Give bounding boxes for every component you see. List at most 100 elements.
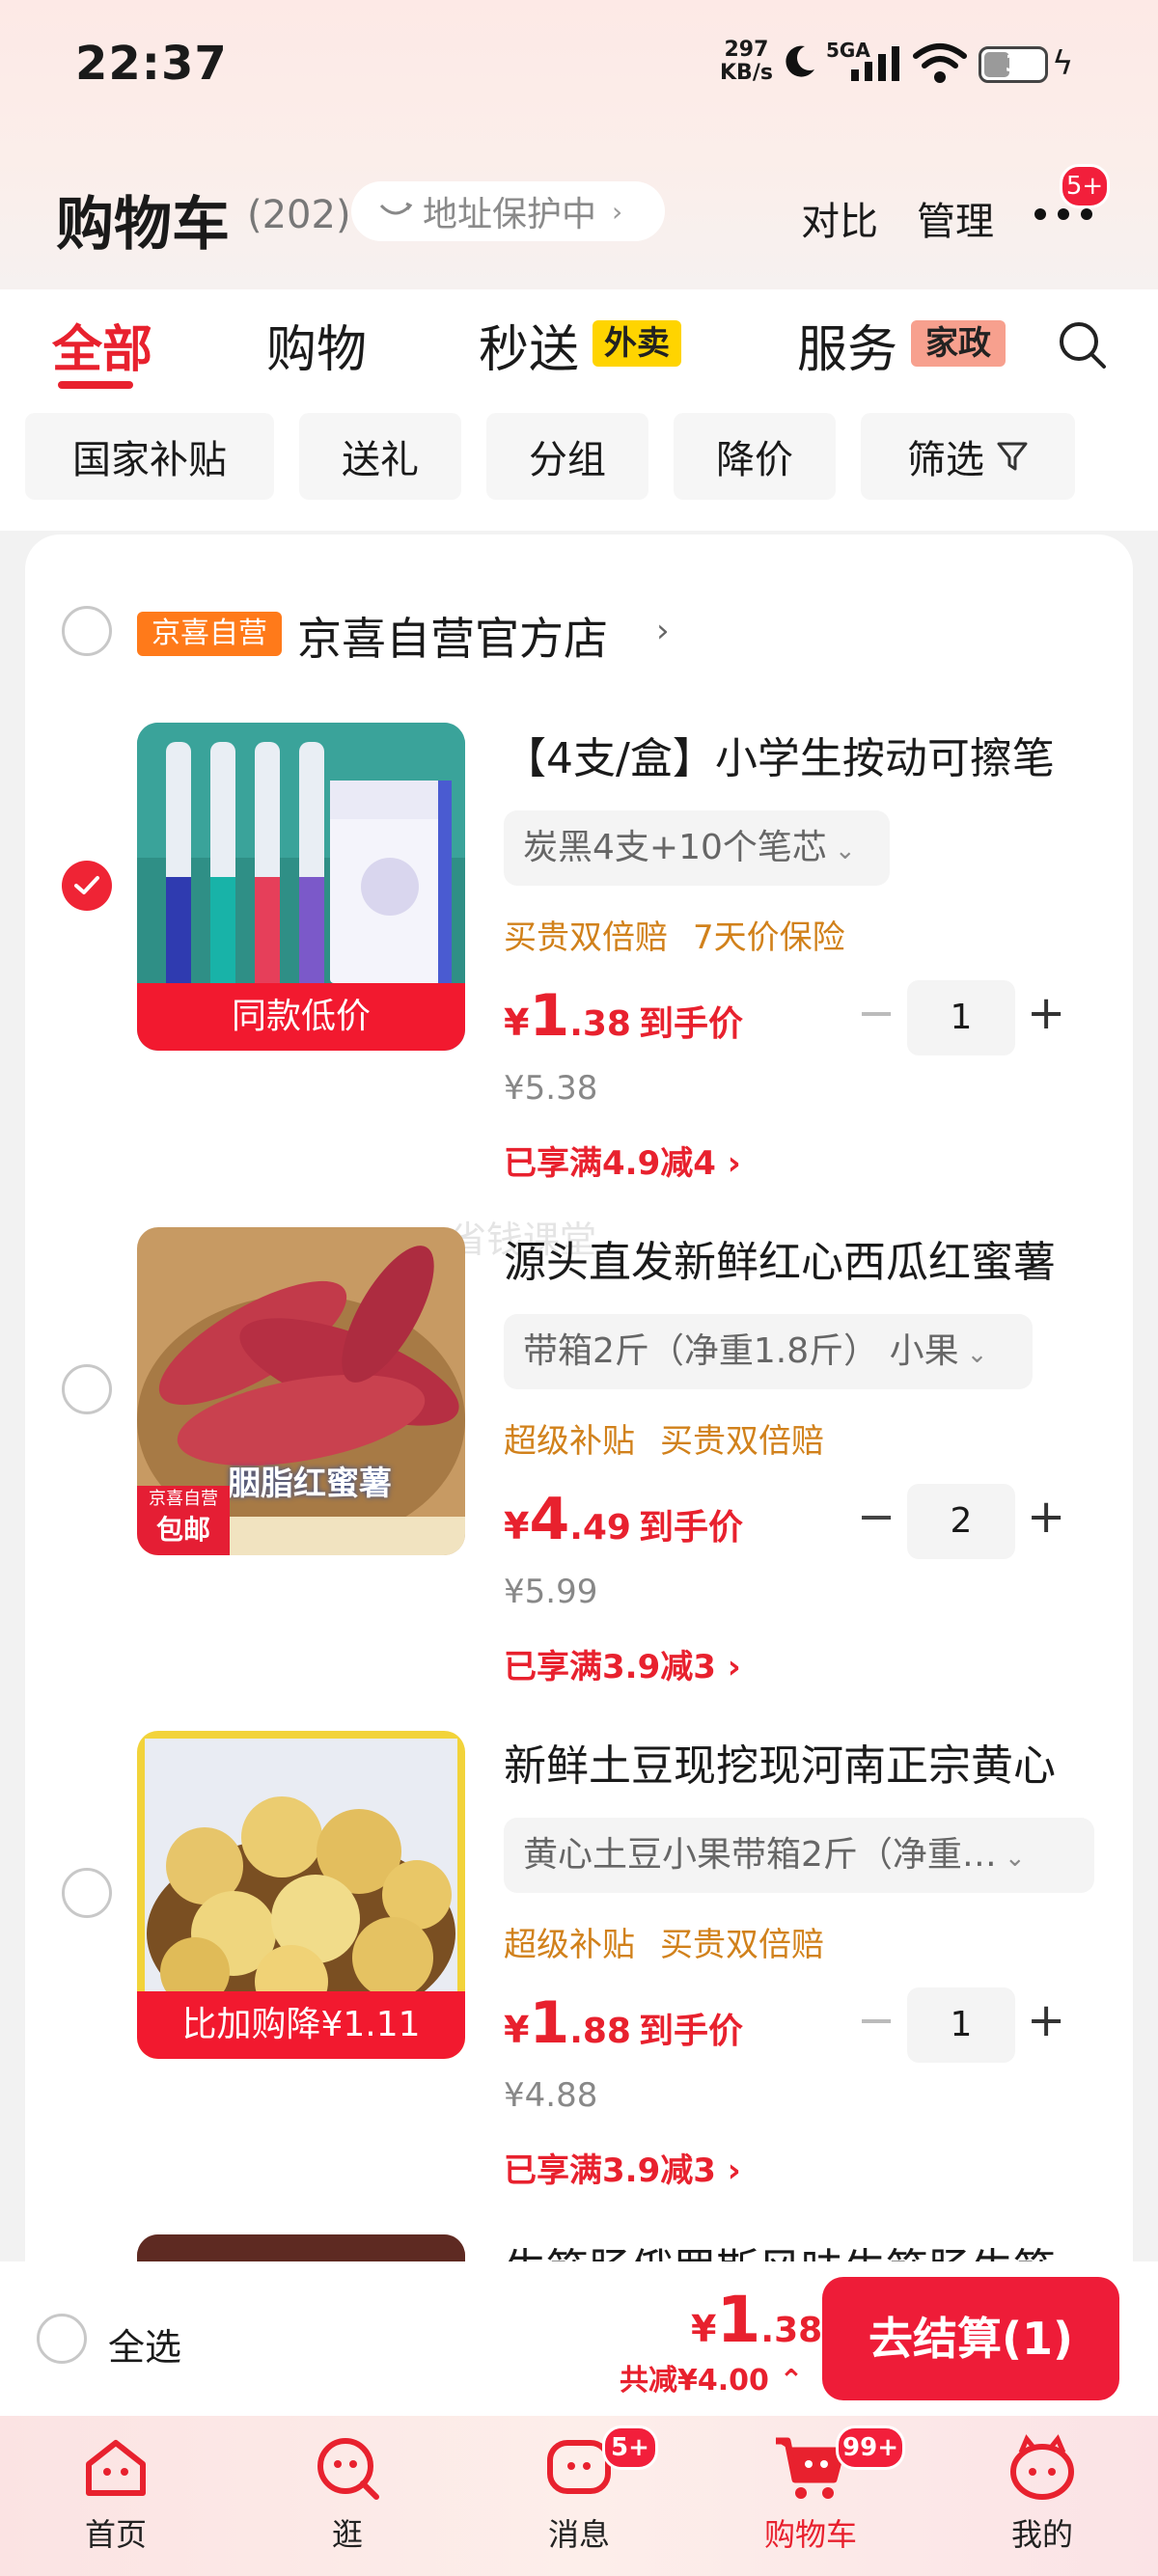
qty-value[interactable]: 1 — [907, 980, 1015, 1055]
wifi-icon — [913, 43, 967, 83]
qty-plus-button[interactable]: + — [1027, 986, 1065, 1040]
variant-label: 炭黑4支+10个笔芯 — [523, 828, 827, 867]
item-checkbox[interactable] — [62, 1868, 112, 1918]
clock: 22:37 — [75, 37, 228, 91]
compare-button[interactable]: 对比 — [801, 190, 878, 246]
filter-label: 国家补贴 — [72, 438, 227, 482]
qty-minus-button[interactable]: − — [857, 1993, 896, 2047]
self-operated-free-shipping-tag: 京喜自营 包邮 — [137, 1486, 230, 1555]
chevron-down-icon: ⌄ — [1004, 1844, 1026, 1873]
nav-browse[interactable]: 逛 — [270, 2431, 425, 2576]
chevron-right-icon[interactable]: › — [656, 612, 670, 650]
more-icon[interactable] — [1033, 206, 1094, 222]
variant-label: 带箱2斤（净重1.8斤） 小果 — [523, 1331, 959, 1371]
search-icon[interactable] — [1056, 318, 1110, 372]
address-protect-pill[interactable]: 地址保护中 › — [351, 181, 665, 241]
price-int: 4 — [529, 1486, 570, 1553]
home-icon — [86, 2440, 146, 2496]
perk-tag: 买贵双倍赔 — [660, 1926, 824, 1964]
filter-gift[interactable]: 送礼 — [299, 413, 461, 500]
promo-discount[interactable]: 已享满3.9减3 › — [504, 2144, 741, 2191]
perk-tag: 超级补贴 — [504, 1926, 635, 1964]
product-title[interactable]: 源头直发新鲜红心西瓜红蜜薯 — [504, 1227, 1121, 1289]
product-title[interactable]: 【4支/盒】小学生按动可擦笔 — [504, 724, 1121, 785]
qty-minus-button[interactable]: − — [857, 1490, 896, 1544]
tab-shopping[interactable]: 购物 — [266, 309, 367, 381]
total-price: ¥1.38 — [691, 2283, 822, 2357]
qty-plus-button[interactable]: + — [1027, 1993, 1065, 2047]
final-price: ¥4.49 到手价 — [504, 1486, 743, 1553]
moon-icon — [786, 45, 814, 77]
price-suffix: 到手价 — [638, 1004, 743, 1044]
profile-icon — [1010, 2434, 1074, 2500]
nav-home[interactable]: 首页 — [39, 2431, 193, 2576]
filter-label: 送礼 — [342, 438, 419, 482]
nav-label: 我的 — [1010, 2516, 1073, 2553]
total-currency: ¥ — [691, 2308, 717, 2350]
price-suffix: 到手价 — [638, 1508, 743, 1548]
filter-label: 降价 — [716, 438, 793, 482]
qty-plus-button[interactable]: + — [1027, 1490, 1065, 1544]
product-image-potato[interactable]: 比加购降¥1.11 — [137, 1731, 465, 2059]
jiazheng-tag: 家政 — [911, 320, 1006, 367]
filter-screen[interactable]: 筛选 — [861, 413, 1075, 500]
product-image-pens[interactable]: 同款低价 — [137, 723, 465, 1051]
waimai-tag: 外卖 — [593, 320, 681, 367]
nav-me[interactable]: 我的 — [965, 2431, 1119, 2576]
tab-all[interactable]: 全部 — [52, 309, 152, 381]
promo-discount[interactable]: 已享满3.9减3 › — [504, 1640, 741, 1687]
nav-cart[interactable]: 购物车 99+ — [733, 2425, 905, 2576]
item-checkbox[interactable] — [62, 861, 112, 911]
discount-detail-toggle[interactable]: 共减¥4.00 ⌃ — [620, 2356, 804, 2398]
checkout-bar: 全选 ¥1.38 共减¥4.00 ⌃ 去结算(1) — [0, 2261, 1158, 2416]
variant-selector[interactable]: 带箱2斤（净重1.8斤） 小果 ⌄ — [504, 1314, 1033, 1389]
thumb-label: 比加购降¥1.11 — [137, 1991, 465, 2059]
battery-icon: 3 — [979, 46, 1048, 83]
thumb-tag-top: 京喜自营 — [149, 1489, 218, 1509]
shop-select-checkbox[interactable] — [62, 606, 112, 656]
price-int: 1 — [529, 982, 570, 1050]
net-speed-unit: KB/s — [720, 61, 773, 85]
qty-minus-button[interactable]: − — [857, 986, 896, 1040]
variant-selector[interactable]: 炭黑4支+10个笔芯 ⌄ — [504, 810, 890, 886]
filter-national-subsidy[interactable]: 国家补贴 — [25, 413, 274, 500]
perk-tags: 买贵双倍赔 7天价保险 — [504, 911, 870, 958]
variant-selector[interactable]: 黄心土豆小果带箱2斤（净重… ⌄ — [504, 1818, 1094, 1893]
product-image-sweet-potato[interactable]: 胭脂红蜜薯 京喜自营 包邮 — [137, 1227, 465, 1555]
final-price: ¥1.88 到手价 — [504, 1989, 743, 2057]
cart-count: (202) — [247, 193, 351, 237]
filter-price-drop[interactable]: 降价 — [674, 413, 836, 500]
messages-badge: 5+ — [602, 2425, 658, 2470]
tab-active-indicator — [58, 381, 133, 389]
tab-second-delivery[interactable]: 秒送 — [479, 309, 579, 381]
more-badge: 5+ — [1060, 164, 1110, 208]
shop-name[interactable]: 京喜自营官方店 — [297, 604, 608, 668]
checkout-button[interactable]: 去结算(1) — [822, 2277, 1119, 2400]
nav-messages[interactable]: 消息 5+ — [502, 2425, 658, 2576]
nav-label: 消息 — [547, 2516, 610, 2553]
thumb-tag-bottom: 包邮 — [155, 1514, 210, 1546]
select-all-checkbox[interactable] — [37, 2314, 87, 2364]
perk-tag: 超级补贴 — [504, 1422, 635, 1461]
page-title: 购物车 — [56, 191, 230, 259]
filter-label: 分组 — [529, 438, 606, 482]
manage-button[interactable]: 管理 — [917, 190, 994, 246]
promo-discount[interactable]: 已享满4.9减4 › — [504, 1137, 741, 1184]
tab-service[interactable]: 服务 — [797, 309, 897, 381]
perk-tag: 7天价保险 — [693, 918, 845, 957]
price-currency: ¥ — [504, 1001, 530, 1044]
qty-value[interactable]: 2 — [907, 1484, 1015, 1559]
item-checkbox[interactable] — [62, 1364, 112, 1414]
original-price: ¥4.88 — [504, 2076, 598, 2115]
total-dec: .38 — [760, 2311, 823, 2350]
status-bar: 22:37 297 KB/s 5GA 3 ϟ — [0, 0, 1158, 135]
total-int: 1 — [716, 2283, 761, 2357]
net-speed: 297 KB/s — [720, 39, 773, 85]
select-all-label[interactable]: 全选 — [108, 2317, 181, 2370]
qty-value[interactable]: 1 — [907, 1987, 1015, 2063]
net-speed-value: 297 — [724, 38, 769, 62]
filter-group[interactable]: 分组 — [486, 413, 648, 500]
product-title[interactable]: 新鲜土豆现挖现河南正宗黄心 — [504, 1731, 1121, 1793]
original-price: ¥5.99 — [504, 1573, 598, 1611]
perk-tag: 买贵双倍赔 — [504, 918, 668, 957]
